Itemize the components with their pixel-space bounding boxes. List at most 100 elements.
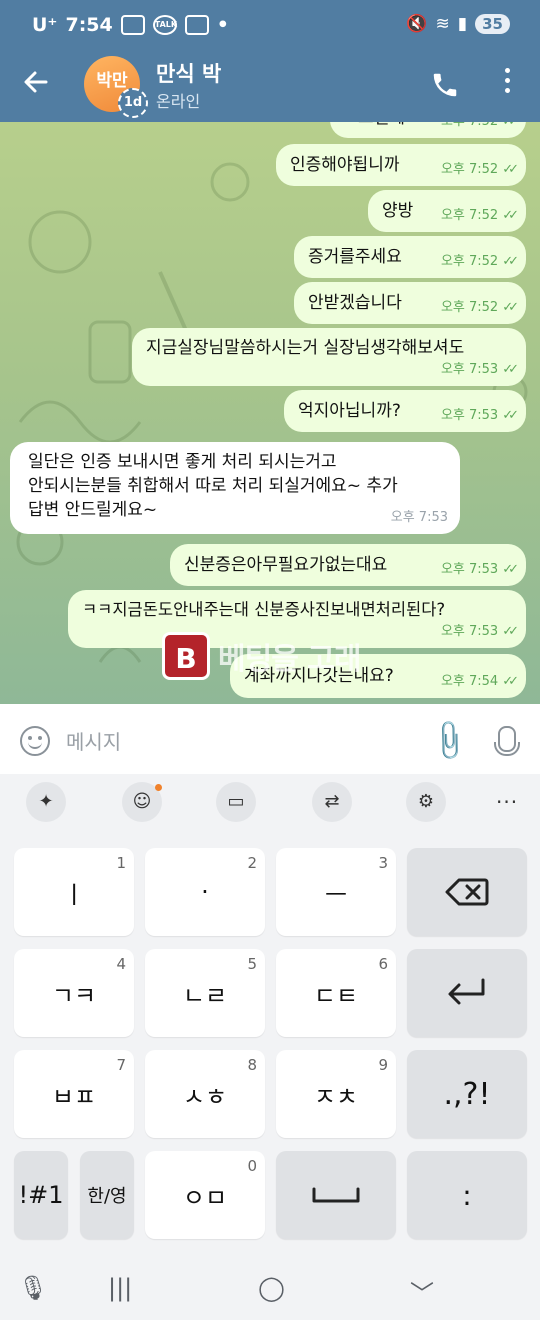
kakaotalk-icon: TALK [152, 15, 177, 35]
double-check-icon: ✓✓ [502, 674, 519, 689]
message-bubble-outgoing[interactable]: 인증해야됩니까 오후 7:52 ✓✓ [276, 144, 526, 186]
mute-icon: 🔇 [406, 14, 428, 34]
message-line: 안되시는분들 취합해서 따로 처리 되실거에요~ 추가 [28, 476, 398, 496]
key-7[interactable]: ㅂㅍ 7 [14, 1050, 134, 1138]
key-4[interactable]: ㄱㅋ 4 [14, 949, 134, 1037]
message-meta: 오후 7:53 ✓✓ [440, 558, 519, 582]
message-time: 오후 7:52 [440, 162, 499, 177]
microphone-icon[interactable] [494, 726, 520, 756]
key-number: 2 [247, 854, 257, 872]
key-label: 한/영 [87, 1186, 127, 1207]
key-label: ㅂㅍ [51, 1082, 97, 1111]
message-text: ㅋㅋ지금돈도안내주는대 신분증사진보내면처리된다? [82, 600, 446, 619]
contact-status: 온라인 [156, 92, 201, 111]
home-button[interactable]: ◯ [258, 1274, 285, 1302]
message-bubble-outgoing[interactable]: 신분증은아무필요가없는대요 오후 7:53 ✓✓ [170, 544, 526, 586]
message-bubble-outgoing[interactable]: 그럴께 오후 7:52 ✓✓ [330, 122, 526, 138]
recents-button[interactable]: ||| [108, 1274, 132, 1302]
settings-icon[interactable]: ⚙ [406, 782, 446, 822]
chat-area[interactable]: 그럴께 오후 7:52✓✓ 인증해야됩니까 오후 7:52✓✓ 양방 오후 7:… [0, 122, 540, 704]
message-text: 일단은 인증 보내시면 좋게 처리 되시는거고 안되시는분들 취합해서 따로 처… [28, 450, 398, 522]
double-check-icon: ✓✓ [502, 254, 519, 269]
message-meta: 오후 7:54 ✓✓ [441, 670, 519, 694]
emoji-icon[interactable] [20, 726, 50, 756]
phone-icon[interactable] [430, 70, 460, 104]
message-meta: 오후 7:52✓✓ [441, 250, 519, 274]
status-dot: • [216, 14, 229, 36]
double-check-icon: ✓✓ [502, 362, 519, 377]
enter-icon [448, 978, 485, 1005]
key-2[interactable]: · 2 [145, 848, 265, 936]
backspace-icon [445, 878, 489, 906]
key-number: 7 [116, 1056, 126, 1074]
key-0[interactable]: ㅇㅁ 0 [145, 1151, 265, 1239]
double-check-icon: ✓✓ [502, 122, 519, 134]
ai-sparkle-icon[interactable]: ✦ [26, 782, 66, 822]
message-time: 오후 7:53 [440, 562, 499, 577]
message-meta: 오후 7:52✓✓ [440, 158, 519, 182]
message-line: 일단은 인증 보내시면 좋게 처리 되시는거고 [28, 452, 337, 472]
backspace-key[interactable] [407, 848, 527, 936]
message-input[interactable]: 메시지 [66, 726, 121, 755]
key-number: 6 [378, 955, 388, 973]
message-bubble-incoming[interactable]: 일단은 인증 보내시면 좋게 처리 되시는거고 안되시는분들 취합해서 따로 처… [10, 442, 460, 534]
status-time: 7:54 [65, 14, 113, 36]
key-8[interactable]: ㅅㅎ 8 [145, 1050, 265, 1138]
message-meta: 오후 7:52✓✓ [441, 204, 519, 228]
message-meta: 오후 7:53 ✓✓ [440, 358, 519, 382]
key-6[interactable]: ㄷㅌ 6 [276, 949, 396, 1037]
message-text: 억지아닙니까? [298, 401, 401, 421]
contact-name[interactable]: 만식 박 [156, 58, 221, 88]
enter-key[interactable] [407, 949, 527, 1037]
back-arrow-icon[interactable] [22, 68, 50, 102]
message-meta: 오후 7:53 [391, 506, 448, 530]
message-bubble-outgoing[interactable]: 양방 오후 7:52 ✓✓ [368, 190, 526, 232]
signal-icon: ▮ [457, 14, 468, 34]
key-label: .,?! [443, 1076, 491, 1112]
key-9[interactable]: ㅈㅊ 9 [276, 1050, 396, 1138]
space-icon [312, 1187, 360, 1203]
clipboard-icon[interactable]: ▭ [216, 782, 256, 822]
more-vert-icon[interactable] [505, 68, 511, 98]
double-check-icon: ✓✓ [502, 162, 519, 177]
key-label: ㅅㅎ [182, 1082, 228, 1111]
key-label: ㄱㅋ [51, 981, 97, 1010]
emoji-icon[interactable]: ☺ [122, 782, 162, 822]
lang-switch-key[interactable]: 한/영 [80, 1151, 134, 1239]
keyboard: ㅣ1 · 2 ㅡ3 ㄱㅋ 4 ㄴㄹ 5 ㄷㅌ 6 ㅂㅍ 7 ㅅㅎ 8 ㅈㅊ 9 .,?! !#… [0, 830, 540, 1260]
carrier-label: U⁺ [32, 14, 58, 36]
key-number: 1 [116, 854, 126, 872]
translate-icon[interactable]: ⇄ [312, 782, 352, 822]
message-text: 인증해야됩니까 [290, 155, 400, 175]
message-input-bar: 메시지 📎 [0, 704, 540, 774]
message-text: 증거를주세요 [308, 247, 402, 267]
key-label: ㅣ [62, 880, 86, 909]
message-bubble-outgoing[interactable]: 안받겠습니다 오후 7:52 ✓✓ [294, 282, 526, 324]
symbols-key[interactable]: !#1 [14, 1151, 68, 1239]
back-button[interactable]: ﹀ [410, 1274, 434, 1309]
message-time: 오후 7:52 [441, 122, 498, 134]
keyboard-toolbar: ✦ ☺ ▭ ⇄ ⚙ ··· [0, 774, 540, 830]
key-number: 5 [247, 955, 257, 973]
key-label: !#1 [18, 1181, 64, 1209]
message-bubble-outgoing[interactable]: 지금실장님말씀하시는거 실장님생각해보셔도 오후 7:53 ✓✓ [132, 328, 526, 386]
key-label: : [462, 1178, 472, 1212]
key-3[interactable]: ㅡ3 [276, 848, 396, 936]
message-bubble-outgoing[interactable]: 억지아닙니까? 오후 7:53 ✓✓ [284, 390, 526, 432]
voice-input-icon[interactable]: 🎙 [18, 1274, 48, 1302]
message-time: 오후 7:53 [440, 362, 499, 377]
more-horiz-icon[interactable]: ··· [496, 790, 518, 814]
punctuation-key[interactable]: .,?! [407, 1050, 527, 1138]
screenshot-icon [120, 15, 145, 35]
key-number: 9 [378, 1056, 388, 1074]
message-text: 지금실장님말씀하시는거 실장님생각해보셔도 [146, 338, 465, 358]
key-5[interactable]: ㄴㄹ 5 [145, 949, 265, 1037]
message-text: 그럴께 [358, 122, 405, 130]
message-time: 오후 7:53 [440, 624, 499, 639]
system-nav-bar: 🎙 ||| ◯ ﹀ [0, 1260, 540, 1320]
space-key[interactable] [276, 1151, 396, 1239]
key-1[interactable]: ㅣ1 [14, 848, 134, 936]
paperclip-icon[interactable]: 📎 [425, 717, 473, 765]
colon-key[interactable]: : [407, 1151, 527, 1239]
message-bubble-outgoing[interactable]: 증거를주세요 오후 7:52 ✓✓ [294, 236, 526, 278]
